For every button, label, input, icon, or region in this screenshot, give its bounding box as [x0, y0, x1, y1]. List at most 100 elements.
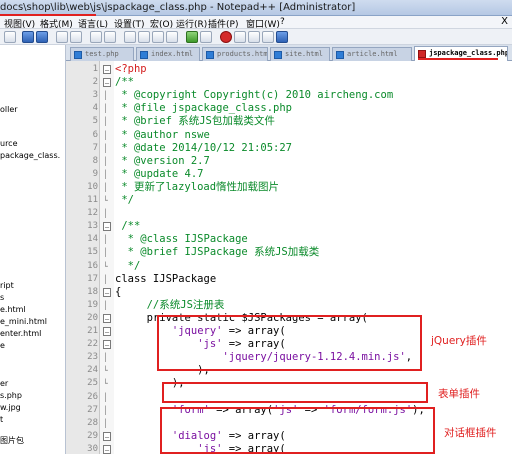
bookmark-icon[interactable]	[186, 31, 198, 43]
tab-label: article.html	[347, 50, 398, 58]
tab-index-html[interactable]: index.html	[136, 47, 200, 61]
find-icon[interactable]	[56, 31, 68, 43]
file-icon	[206, 51, 214, 59]
file-item[interactable]: urce	[0, 139, 18, 148]
code-line[interactable]: 10 │ * 更新了lazyload惰性加载图片	[66, 181, 512, 194]
code-line[interactable]: 3 │ * @copyright Copyright(c) 2010 airche…	[66, 89, 512, 102]
code-line[interactable]: 13− /**	[66, 220, 512, 233]
code-line[interactable]: 5 │ * @brief 系统JS包加载类文件	[66, 115, 512, 128]
code-text: {	[115, 286, 121, 299]
fold-toggle-icon[interactable]: −	[103, 340, 111, 350]
line-number: 14	[87, 234, 98, 245]
tab-site-html[interactable]: site.html	[270, 47, 330, 61]
file-item[interactable]: e_mini.html	[0, 317, 47, 326]
fold-toggle-icon[interactable]: −	[103, 287, 111, 298]
tab-test-php[interactable]: test.php	[70, 47, 134, 61]
line-number: 5	[92, 116, 98, 127]
code-text: * @copyright Copyright(c) 2010 aircheng.…	[115, 89, 393, 102]
code-token: * @copyright Copyright(c) 2010 aircheng.…	[115, 89, 394, 102]
menu-help[interactable]: ?	[280, 17, 285, 27]
code-line[interactable]: 11 └ */	[66, 194, 512, 207]
line-number: 25	[87, 378, 98, 389]
tab-products-html[interactable]: products.html	[202, 47, 268, 61]
redo-icon[interactable]	[36, 31, 48, 43]
file-item[interactable]: s.php	[0, 391, 22, 400]
file-item[interactable]: ript	[0, 281, 14, 290]
code-token: class IJSPackage	[115, 272, 217, 285]
code-line[interactable]: 18−{	[66, 286, 512, 299]
code-token: * @brief IJSPackage 系统JS加载类	[115, 246, 320, 259]
run-macro-icon[interactable]	[262, 31, 274, 43]
show-all-icon[interactable]	[166, 31, 178, 43]
code-line[interactable]: 8 │ * @version 2.7	[66, 155, 512, 168]
play-macro-icon[interactable]	[248, 31, 260, 43]
fold-toggle-icon[interactable]: −	[103, 78, 111, 88]
line-number: 1	[92, 64, 98, 74]
zoom-in-icon[interactable]	[90, 31, 102, 43]
code-text: * @file jspackage_class.php	[115, 102, 292, 115]
wrap-icon[interactable]	[138, 31, 150, 43]
file-item[interactable]: 图片包	[0, 435, 24, 446]
file-item[interactable]: w.jpg	[0, 403, 21, 412]
file-item[interactable]: e.html	[0, 305, 26, 314]
zoom-out-icon[interactable]	[104, 31, 116, 43]
file-item[interactable]: e	[0, 341, 5, 350]
file-item[interactable]: enter.html	[0, 329, 41, 338]
jquery-annotation-label: jQuery插件	[431, 335, 487, 347]
code-line[interactable]: 4 │ * @file jspackage_class.php	[66, 102, 512, 115]
fold-line-icon: │	[103, 169, 108, 179]
code-line[interactable]: 14 │ * @class IJSPackage	[66, 233, 512, 246]
form-annotation-box	[162, 382, 428, 403]
fold-toggle-icon[interactable]: −	[103, 65, 111, 75]
code-line[interactable]: 6 │ * @author nswe	[66, 129, 512, 142]
code-line[interactable]: 2−/**	[66, 76, 512, 89]
file-modified-icon	[418, 50, 426, 58]
file-browser-panel: oller urce package_class. ript s e.html …	[0, 45, 66, 454]
code-line[interactable]: 12 │	[66, 207, 512, 220]
title-bar: docs\shop\lib\web\js\jspackage_class.php…	[0, 0, 512, 16]
code-token: /**	[115, 220, 141, 233]
paste-icon[interactable]	[4, 31, 16, 43]
code-line[interactable]: 1− <?php	[66, 63, 512, 76]
fold-toggle-icon[interactable]: −	[103, 313, 111, 324]
file-item[interactable]: s	[0, 293, 4, 302]
fold-toggle-icon[interactable]: −	[103, 327, 111, 337]
code-line[interactable]: 9 │ * @update 4.7	[66, 168, 512, 181]
stop-macro-icon[interactable]	[234, 31, 246, 43]
fold-toggle-icon[interactable]: −	[103, 431, 111, 442]
code-token: * @version 2.7	[115, 154, 210, 167]
tab-label: site.html	[285, 50, 323, 58]
fold-toggle-icon[interactable]: −	[103, 444, 111, 454]
toolbar	[0, 29, 512, 45]
line-number: 26	[87, 391, 98, 402]
code-text: */	[115, 260, 141, 273]
file-item[interactable]: t	[0, 415, 3, 424]
function-list-icon[interactable]	[200, 31, 212, 43]
file-item[interactable]: oller	[0, 105, 18, 114]
sync-icon[interactable]	[124, 31, 136, 43]
fold-line-icon: │	[103, 353, 108, 363]
code-line[interactable]: 19 │ //系统JS注册表	[66, 299, 512, 312]
line-number: 30	[87, 443, 98, 454]
code-line[interactable]: 17 │ class IJSPackage	[66, 273, 512, 286]
code-token: /**	[115, 76, 134, 89]
code-line[interactable]: 16 └ */	[66, 260, 512, 273]
replace-icon[interactable]	[70, 31, 82, 43]
tab-label: index.html	[151, 50, 194, 58]
close-icon[interactable]: X	[501, 16, 508, 27]
form-annotation-label: 表单插件	[438, 388, 480, 400]
file-item[interactable]: package_class.	[0, 151, 60, 160]
code-line[interactable]: 15 │ * @brief IJSPackage 系统JS加载类	[66, 246, 512, 259]
indent-icon[interactable]	[152, 31, 164, 43]
line-number: 22	[87, 339, 98, 350]
fold-end-icon: └	[103, 196, 108, 205]
fold-toggle-icon[interactable]: −	[103, 222, 111, 232]
save-macro-icon[interactable]	[276, 31, 288, 43]
tab-article-html[interactable]: article.html	[332, 47, 412, 61]
record-macro-icon[interactable]	[220, 31, 232, 43]
undo-icon[interactable]	[22, 31, 34, 43]
code-line[interactable]: 7 │ * @date 2014/10/12 21:05:27	[66, 142, 512, 155]
line-number: 3	[92, 90, 98, 101]
code-token: */	[115, 194, 134, 206]
file-item[interactable]: er	[0, 379, 8, 388]
